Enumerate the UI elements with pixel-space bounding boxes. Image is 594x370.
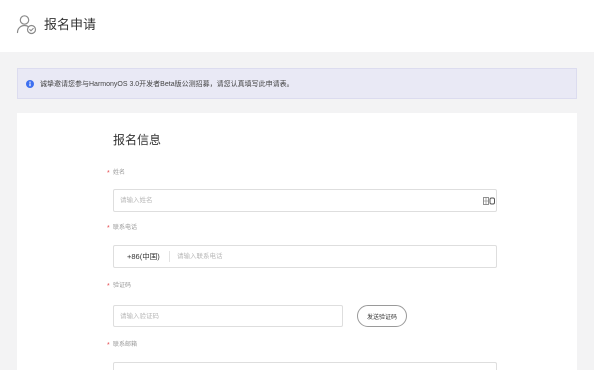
divider bbox=[169, 251, 170, 262]
notice-text: 诚挚邀请您参与HarmonyOS 3.0开发者Beta版公测招募，请您认真填写此… bbox=[40, 80, 294, 88]
required-mark: * bbox=[107, 225, 110, 232]
verification-label: * 验证码 bbox=[107, 283, 132, 290]
name-label: * 姓名 bbox=[107, 170, 126, 177]
phone-input[interactable] bbox=[171, 246, 496, 267]
verification-field bbox=[113, 305, 343, 327]
email-field bbox=[113, 362, 497, 370]
required-mark: * bbox=[107, 170, 110, 177]
phone-label-text: 联系电话 bbox=[113, 225, 138, 231]
phone-field: +86(中国) bbox=[113, 245, 497, 268]
info-icon bbox=[26, 80, 34, 88]
section-title: 报名信息 bbox=[113, 133, 162, 147]
required-mark: * bbox=[107, 283, 110, 290]
country-code-select[interactable]: +86(中国) bbox=[127, 246, 160, 267]
send-code-button[interactable]: 发送验证码 bbox=[357, 305, 407, 327]
name-label-text: 姓名 bbox=[113, 170, 126, 176]
email-label: * 联系邮箱 bbox=[107, 342, 138, 349]
verification-label-text: 验证码 bbox=[113, 283, 132, 289]
email-input[interactable] bbox=[114, 363, 496, 370]
notice-banner: 诚挚邀请您参与HarmonyOS 3.0开发者Beta版公测招募，请您认真填写此… bbox=[17, 68, 577, 99]
name-input[interactable] bbox=[114, 190, 496, 211]
page-title: 报名申请 bbox=[44, 17, 97, 32]
autofill-icon[interactable] bbox=[483, 197, 495, 205]
page-header: 报名申请 bbox=[0, 0, 594, 52]
user-check-icon bbox=[16, 13, 38, 35]
application-form-card: 报名信息 * 姓名 * 联系电话 +86(中国) * 验证码 发送验证码 bbox=[17, 113, 577, 370]
verification-code-input[interactable] bbox=[114, 306, 342, 326]
phone-label: * 联系电话 bbox=[107, 225, 138, 232]
email-label-text: 联系邮箱 bbox=[113, 342, 138, 348]
required-mark: * bbox=[107, 342, 110, 349]
name-field bbox=[113, 189, 497, 212]
